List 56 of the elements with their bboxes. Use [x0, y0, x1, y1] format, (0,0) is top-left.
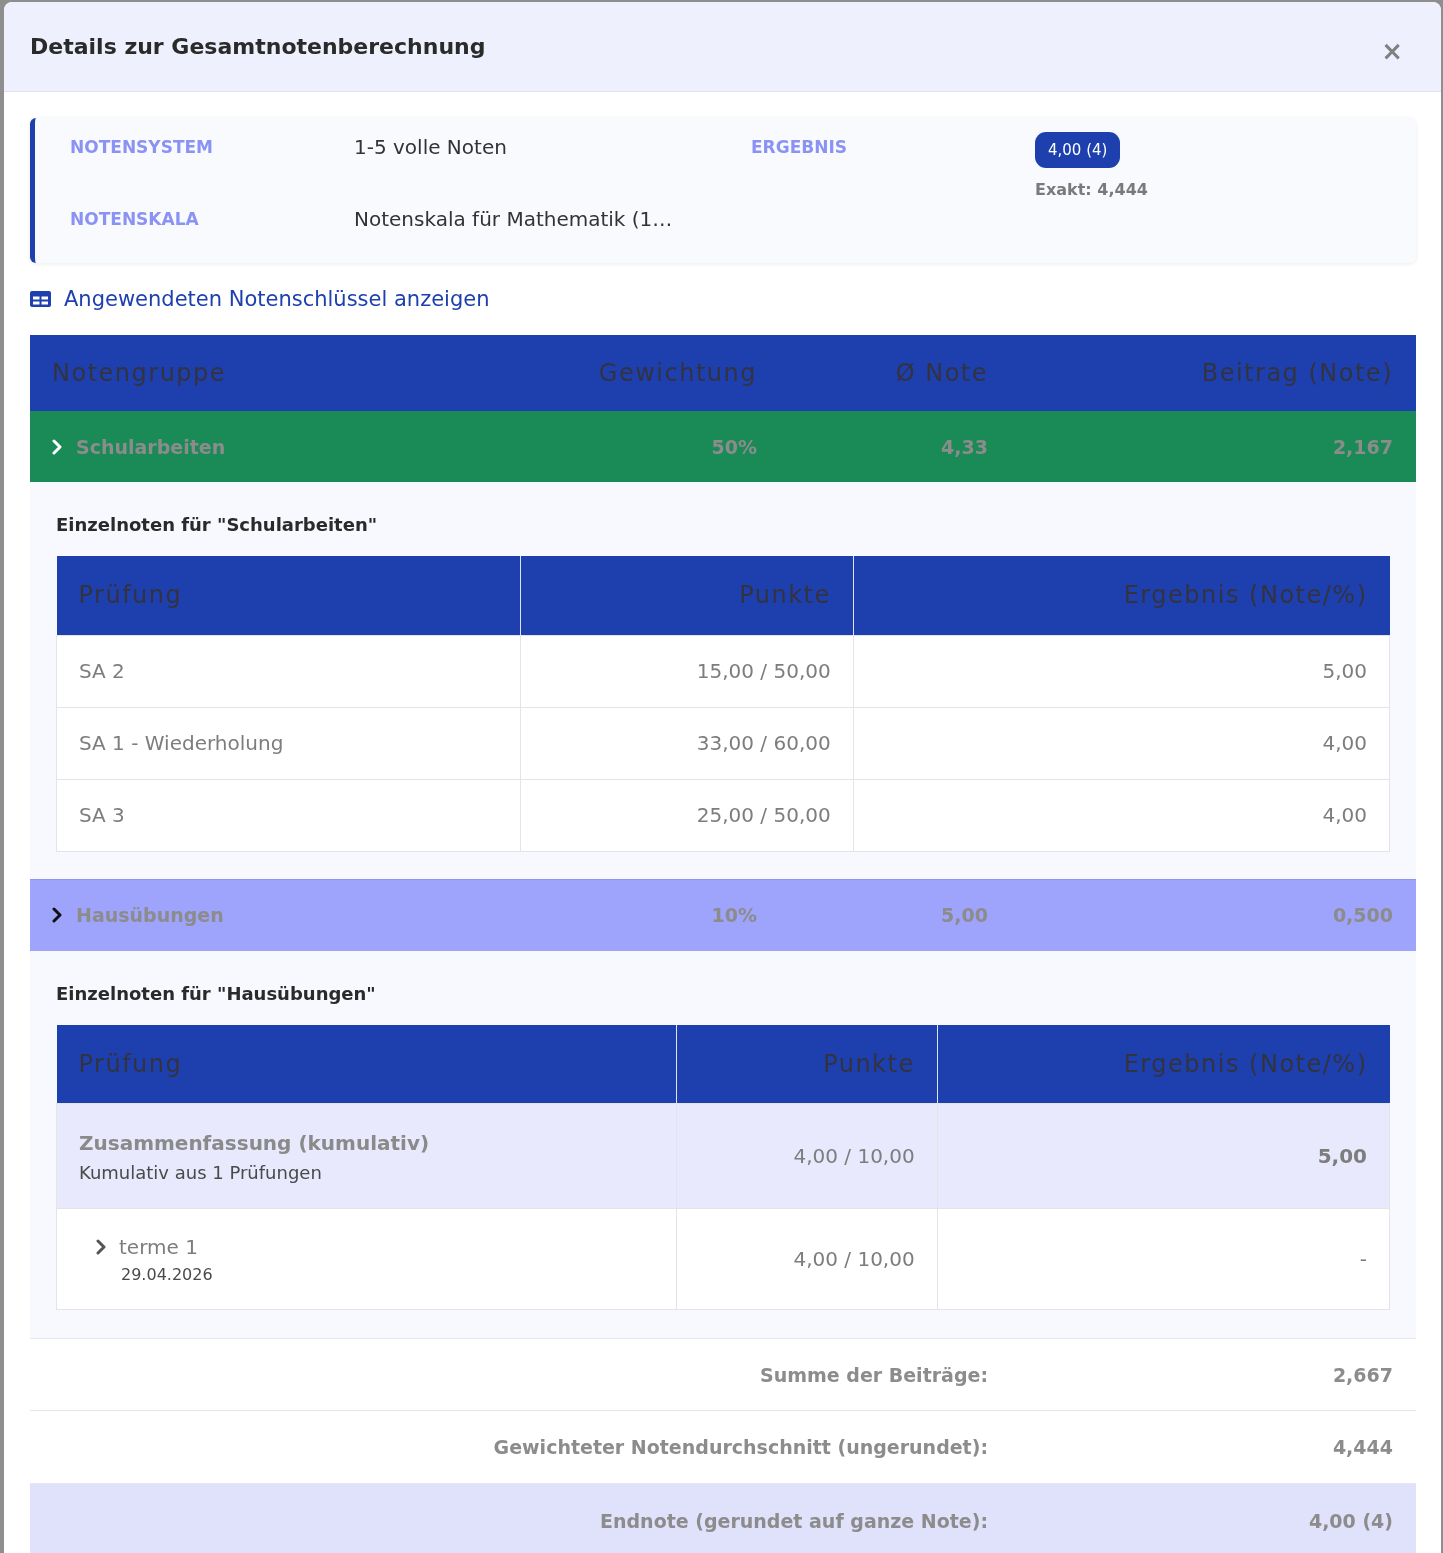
table-cell: SA 2	[56, 635, 521, 707]
column-header: Ø Note	[895, 359, 988, 387]
column-header: Ergebnis (Note/%)	[937, 1024, 1390, 1104]
table-cell: 33,00 / 60,00	[520, 707, 854, 779]
group-weight: 10%	[711, 904, 757, 926]
table-cell: 4,00	[853, 707, 1390, 779]
group-name: Hausübungen	[76, 904, 224, 926]
column-header: Gewichtung	[598, 359, 757, 387]
exam-date: 29.04.2026	[121, 1264, 213, 1284]
table-cell: 5,00	[937, 1103, 1390, 1209]
group-average: 5,00	[941, 904, 988, 926]
total-value: 2,667	[1332, 1363, 1393, 1386]
group-contribution: 2,167	[1332, 435, 1393, 458]
table-cell: 4,00	[853, 779, 1390, 851]
column-header: Ergebnis (Note/%)	[853, 556, 1390, 635]
total-label: Summe der Beiträge:	[759, 1363, 988, 1386]
table-cell: -	[937, 1208, 1390, 1310]
result-badge: 4,00 (4)	[1035, 132, 1121, 168]
exact-grade-text: Exakt: 4,444	[1035, 180, 1148, 199]
details-heading: Einzelnoten für "Hausübungen"	[56, 982, 376, 1004]
table-cell: 4,00 / 10,00	[676, 1103, 938, 1209]
close-button[interactable]: ×	[1379, 37, 1405, 64]
chevron-icon[interactable]	[96, 1238, 106, 1255]
summary-title: Zusammenfassung (kumulativ)	[79, 1129, 430, 1156]
total-label: Endnote (gerundet auf ganze Note):	[600, 1509, 988, 1532]
modal-title: Details zur Gesamtnotenberechnung	[30, 34, 486, 59]
field-value: Notenskala für Mathematik (1…	[354, 207, 673, 231]
chevron-icon[interactable]	[52, 907, 62, 923]
table-cell: SA 1 - Wiederholung	[56, 707, 521, 779]
column-header: Prüfung	[56, 1024, 677, 1104]
column-header: Beitrag (Note)	[1201, 359, 1393, 387]
table-cell: SA 3	[56, 779, 521, 851]
exam-name: terme 1	[119, 1234, 198, 1259]
field-label: NOTENSKALA	[70, 209, 199, 229]
total-value: 4,00 (4)	[1308, 1509, 1393, 1532]
grading-key-link[interactable]: Angewendeten Notenschlüssel anzeigen	[30, 287, 490, 311]
field-label: NOTENSYSTEM	[70, 137, 214, 157]
group-name: Schularbeiten	[76, 435, 226, 458]
field-value: 1-5 volle Noten	[354, 135, 507, 159]
group-contribution: 0,500	[1332, 904, 1393, 926]
column-header: Punkte	[676, 1024, 938, 1104]
table-cell: 5,00	[853, 635, 1390, 707]
group-average: 4,33	[941, 435, 988, 458]
table-icon	[30, 291, 51, 307]
table-cell: 25,00 / 50,00	[520, 779, 854, 851]
summary-subtitle: Kumulativ aus 1 Prüfungen	[79, 1161, 322, 1183]
total-value: 4,444	[1332, 1436, 1393, 1458]
group-weight: 50%	[711, 435, 757, 458]
table-cell: 15,00 / 50,00	[520, 635, 854, 707]
column-header: Prüfung	[56, 556, 521, 635]
total-label: Gewichteter Notendurchschnitt (ungerundet):	[493, 1436, 988, 1458]
table-cell: 4,00 / 10,00	[676, 1208, 938, 1310]
details-heading: Einzelnoten für "Schularbeiten"	[56, 514, 378, 535]
field-label: ERGEBNIS	[751, 136, 848, 159]
column-header: Notengruppe	[52, 359, 227, 387]
column-header: Punkte	[520, 556, 854, 635]
